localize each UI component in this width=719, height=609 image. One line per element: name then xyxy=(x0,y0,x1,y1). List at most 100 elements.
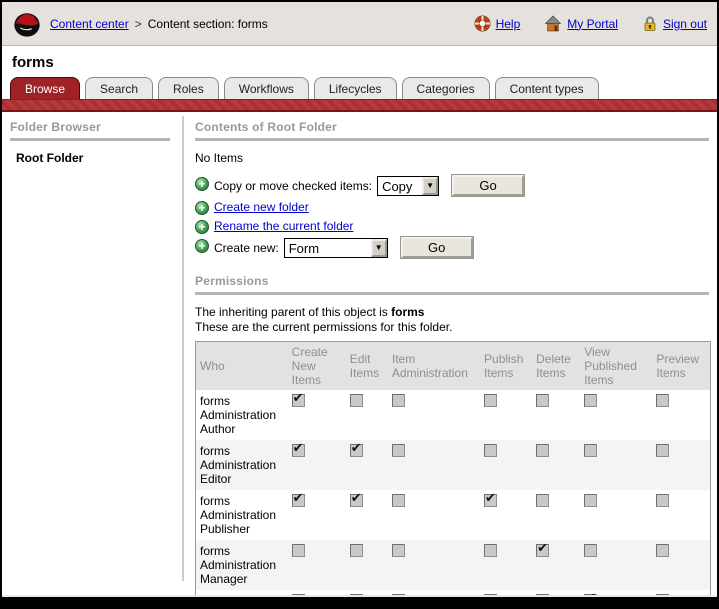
permission-cell xyxy=(480,440,533,490)
permission-cell xyxy=(388,390,480,440)
permission-cell xyxy=(346,490,388,540)
permissions-table: Who Create New Items Edit Items Item Admini… xyxy=(195,341,711,607)
breadcrumb-content-center-link[interactable]: Content center xyxy=(50,17,129,31)
tab-roles[interactable]: Roles xyxy=(158,77,219,99)
checkbox-unchecked-icon xyxy=(584,494,598,507)
no-items-text: No Items xyxy=(195,151,244,165)
copy-move-go-button[interactable]: Go xyxy=(451,174,526,197)
checkbox-checked-icon xyxy=(484,491,498,507)
plus-icon: + xyxy=(195,177,209,191)
life-ring-icon xyxy=(474,15,491,32)
copy-move-select[interactable]: Copy ▼ xyxy=(377,175,440,196)
rename-current-folder-link[interactable]: Rename the current folder xyxy=(214,219,353,233)
checkbox-unchecked-icon xyxy=(349,544,363,557)
column-header: Publish Items xyxy=(480,341,533,390)
permission-cell xyxy=(480,490,532,540)
copy-move-label: Copy or move checked items: xyxy=(214,178,373,193)
permission-cell xyxy=(532,490,580,540)
folder-browser-panel: Folder Browser Root Folder xyxy=(2,112,180,165)
permission-cell xyxy=(387,540,481,590)
page: Content center > Content section: forms … xyxy=(0,0,719,609)
copy-move-row: + Copy or move checked items: Copy ▼ Go xyxy=(195,174,709,197)
permission-cell xyxy=(288,390,346,440)
column-header: Item Administration xyxy=(387,341,481,390)
create-new-folder-link[interactable]: Create new folder xyxy=(214,200,309,214)
permission-cell xyxy=(580,440,653,490)
chevron-down-icon: ▼ xyxy=(422,176,439,195)
footer-bar xyxy=(2,595,717,607)
create-new-go-button[interactable]: Go xyxy=(399,236,474,259)
contents-panel: Contents of Root Folder No Items + Copy … xyxy=(195,112,711,607)
checkbox-unchecked-icon xyxy=(391,494,405,507)
checkbox-checked-icon xyxy=(291,491,305,507)
padlock-icon xyxy=(644,16,656,31)
permissions-header-row: Who Create New Items Edit Items Item Admini… xyxy=(195,341,711,390)
checkbox-unchecked-icon xyxy=(656,394,670,407)
column-header: Create New Items xyxy=(287,341,346,390)
sign-out-link[interactable]: Sign out xyxy=(642,15,707,32)
contents-rule xyxy=(195,138,709,141)
permission-cell xyxy=(532,390,580,440)
permission-row-who: forms Administration Publisher xyxy=(200,494,277,536)
checkbox-checked-icon xyxy=(349,491,363,507)
permission-cell xyxy=(652,390,710,440)
permission-cell xyxy=(345,440,388,490)
create-new-row: + Create new: Form ▼ Go xyxy=(195,236,709,259)
inherit-parent-prefix: The inheriting parent of this object is xyxy=(195,305,388,319)
panel-divider xyxy=(182,116,184,581)
tab-categories[interactable]: Categories xyxy=(401,77,490,99)
create-new-select[interactable]: Form ▼ xyxy=(283,237,388,258)
folder-browser-heading: Folder Browser xyxy=(10,120,101,134)
inherit-parent-text: The inheriting parent of this object is … xyxy=(195,305,709,320)
checkbox-unchecked-icon xyxy=(536,394,550,407)
my-portal-link[interactable]: My Portal xyxy=(544,15,618,32)
permission-cell xyxy=(387,440,481,490)
permission-cell xyxy=(532,540,581,590)
rename-folder-row: + Rename the current folder xyxy=(195,218,709,234)
help-link[interactable]: Help xyxy=(474,15,520,32)
tab-content-types[interactable]: Content types xyxy=(494,77,599,99)
create-new-select-value: Form xyxy=(288,240,320,256)
permission-row: forms Administration Publisher xyxy=(196,490,711,540)
checkbox-unchecked-icon xyxy=(391,394,405,407)
folder-browser-rule xyxy=(10,138,170,141)
create-folder-row: + Create new folder xyxy=(195,199,709,215)
permission-cell xyxy=(388,490,480,540)
permission-row: forms Administration Editor xyxy=(195,440,711,490)
tab-bar: Browse Search Roles Workflows Lifecycles Cate… xyxy=(10,77,717,99)
column-header: Delete Items xyxy=(532,341,581,390)
column-header: View Published Items xyxy=(580,341,653,390)
checkbox-unchecked-icon xyxy=(349,394,363,407)
column-header: Edit Items xyxy=(345,341,388,390)
checkbox-unchecked-icon xyxy=(484,394,498,407)
checkbox-unchecked-icon xyxy=(584,394,598,407)
create-new-label: Create new: xyxy=(214,240,279,255)
red-stripe-bar xyxy=(2,99,717,112)
tab-search[interactable]: Search xyxy=(85,77,154,99)
checkbox-unchecked-icon xyxy=(536,444,550,457)
checkbox-unchecked-icon xyxy=(391,444,405,457)
sign-out-link-label: Sign out xyxy=(662,16,707,31)
checkbox-unchecked-icon xyxy=(484,544,498,557)
sidebar-item-root-folder[interactable]: Root Folder xyxy=(16,151,170,165)
checkbox-unchecked-icon xyxy=(484,444,498,457)
permission-cell xyxy=(288,490,346,540)
permission-row: forms Administration Author xyxy=(196,390,711,440)
permission-cell xyxy=(652,440,711,490)
house-icon xyxy=(544,15,562,32)
permission-cell xyxy=(652,490,710,540)
tab-workflows[interactable]: Workflows xyxy=(223,77,309,99)
plus-icon: + xyxy=(195,201,209,215)
checkbox-checked-icon xyxy=(536,541,550,557)
tab-browse[interactable]: Browse xyxy=(10,77,81,99)
tab-lifecycles[interactable]: Lifecycles xyxy=(313,77,397,99)
copy-move-select-value: Copy xyxy=(382,178,413,194)
my-portal-link-label: My Portal xyxy=(567,16,618,31)
permissions-rule xyxy=(195,292,709,295)
top-bar: Content center > Content section: forms … xyxy=(2,2,717,46)
inherit-parent-name: forms xyxy=(391,305,425,319)
column-header: Who xyxy=(195,341,288,390)
permission-row: forms Administration Manager xyxy=(195,540,711,590)
checkbox-unchecked-icon xyxy=(391,544,405,557)
checkbox-checked-icon xyxy=(349,441,363,457)
